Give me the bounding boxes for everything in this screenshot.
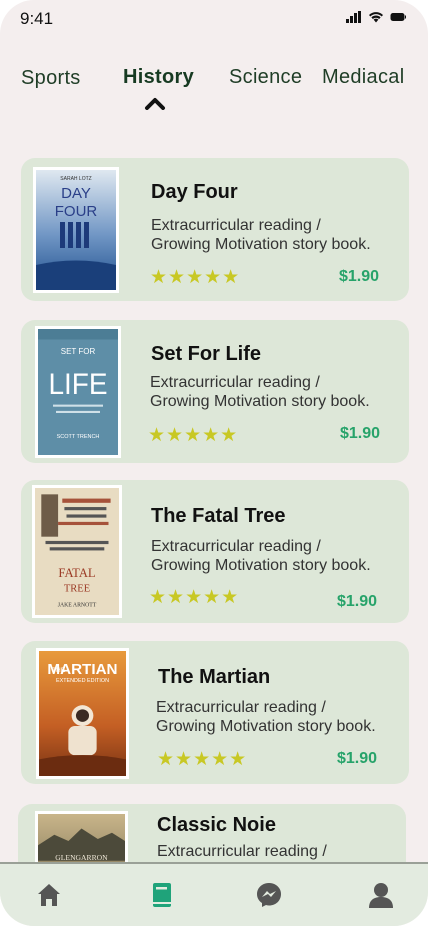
cover-author: SCOTT TRENCH xyxy=(57,434,100,440)
book-cover: THE MARTIAN EXTENDED EDITION xyxy=(36,648,129,779)
book-title: The Martian xyxy=(158,666,271,688)
cover-author: JAKE ARNOTT xyxy=(58,603,97,609)
cover-title: GLENGARRON xyxy=(55,853,108,862)
book-card-set-for-life[interactable]: SET FOR LIFE SCOTT TRENCH Set For Life E… xyxy=(21,320,409,463)
cover-title-2: MARTIAN xyxy=(47,662,117,678)
book-price: $1.90 xyxy=(337,593,378,610)
rating-stars: ★★★★★ xyxy=(157,749,248,770)
book-cover: SET FOR LIFE SCOTT TRENCH xyxy=(35,326,121,458)
cover-title-1: SET FOR xyxy=(61,347,96,356)
app-screen: 9:41 Sports History Science Mediacal SAR… xyxy=(0,0,428,926)
book-description-line2: Growing Motivation story book. xyxy=(151,557,371,574)
home-icon[interactable] xyxy=(34,880,64,910)
messenger-icon[interactable] xyxy=(254,880,284,910)
cover-author: SARAH LOTZ xyxy=(60,176,91,182)
book-description-line2: Growing Motivation story book. xyxy=(150,393,370,410)
cover-subtitle: EXTENDED EDITION xyxy=(56,678,109,684)
cover-title-2: LIFE xyxy=(48,368,107,401)
book-card-the-martian[interactable]: THE MARTIAN EXTENDED EDITION The Martian… xyxy=(21,641,409,784)
book-description-line1: Extracurricular reading / xyxy=(157,843,327,860)
book-price: $1.90 xyxy=(337,750,378,767)
profile-icon[interactable] xyxy=(366,880,396,910)
book-price: $1.90 xyxy=(340,425,381,442)
rating-stars: ★★★★★ xyxy=(149,587,240,608)
cover-title-2: TREE xyxy=(64,584,90,595)
book-icon[interactable] xyxy=(147,880,177,910)
rating-stars: ★★★★★ xyxy=(148,425,239,446)
book-description-line2: Growing Motivation story book. xyxy=(156,718,376,735)
book-description-line1: Extracurricular reading / xyxy=(150,374,320,391)
book-cover: FATAL TREE JAKE ARNOTT xyxy=(32,485,122,618)
book-title: Classic Noie xyxy=(157,814,276,836)
book-description-line1: Extracurricular reading / xyxy=(151,538,321,555)
book-card-the-fatal-tree[interactable]: FATAL TREE JAKE ARNOTT The Fatal Tree Ex… xyxy=(21,480,409,623)
book-title: Set For Life xyxy=(151,343,262,365)
book-card-day-four[interactable]: SARAH LOTZ DAY FOUR Day Four Extracurric… xyxy=(21,158,409,301)
book-list: SARAH LOTZ DAY FOUR Day Four Extracurric… xyxy=(0,0,428,926)
rating-stars: ★★★★★ xyxy=(150,267,241,288)
book-description-line2: Growing Motivation story book. xyxy=(151,236,371,253)
book-title: Day Four xyxy=(151,181,238,203)
cover-title-1: DAY xyxy=(61,185,91,202)
cover-title-2: FOUR xyxy=(55,203,98,220)
book-cover: SARAH LOTZ DAY FOUR xyxy=(33,167,119,293)
book-title: The Fatal Tree xyxy=(151,505,286,527)
cover-title-1: FATAL xyxy=(58,566,95,580)
book-price: $1.90 xyxy=(339,268,380,285)
book-description-line1: Extracurricular reading / xyxy=(156,699,326,716)
book-description-line1: Extracurricular reading / xyxy=(151,217,321,234)
bottom-nav xyxy=(0,862,428,926)
